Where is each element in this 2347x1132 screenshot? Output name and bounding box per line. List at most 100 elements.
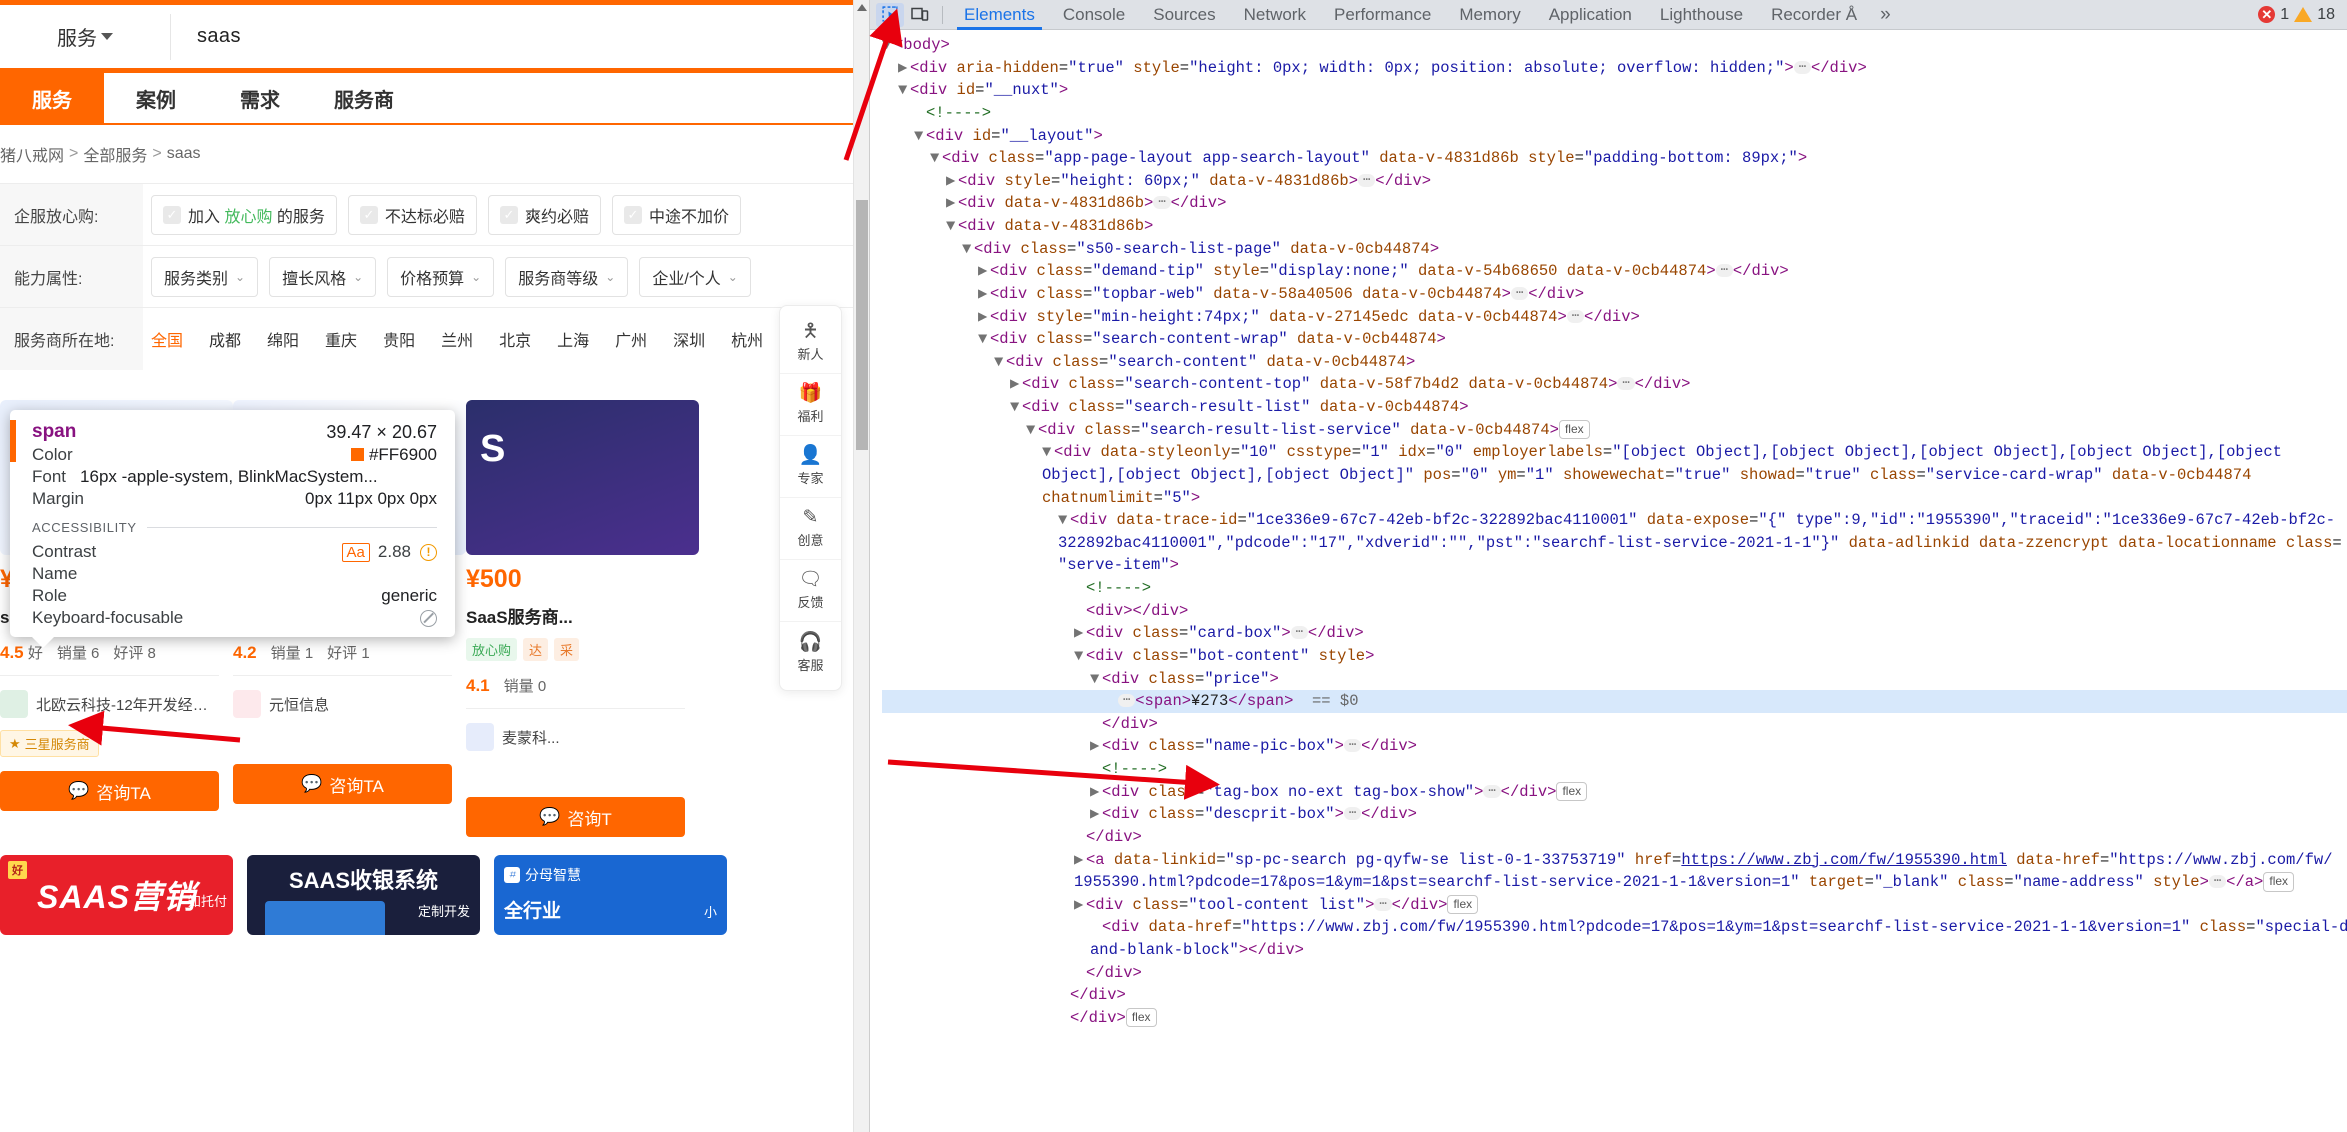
expand-arrow-closed-icon[interactable]: ▶ [898, 57, 910, 80]
dom-node[interactable]: ▼ <div data-trace-id="1ce336e9-67c7-42eb-… [882, 509, 2347, 532]
dom-node[interactable]: ▼ <div class="price"> [882, 668, 2347, 691]
flex-badge[interactable]: flex [1558, 419, 1590, 440]
dom-node[interactable]: ▼ <div id="__layout"> [882, 125, 2347, 148]
dom-node[interactable]: </div> [882, 713, 2347, 736]
expand-ellipsis-icon[interactable]: ⋯ [1715, 264, 1733, 278]
dom-node[interactable]: ▼ <div data-styleonly="10" csstype="1" id… [882, 441, 2347, 464]
city-item-hangzhou[interactable]: 杭州 [731, 327, 763, 351]
card-thumbnail[interactable]: S [466, 400, 699, 555]
card-shop[interactable]: 麦蒙科... [466, 723, 685, 751]
expand-arrow-closed-icon[interactable]: ▶ [1074, 622, 1086, 645]
expand-arrow-open-icon[interactable]: ▼ [978, 328, 990, 351]
promo-banner[interactable]: ⌗ 分母智慧 全行业 小 [494, 855, 727, 935]
dom-node[interactable]: ▶ <div class="tool-content list"> ⋯ </div> f… [882, 894, 2347, 917]
expand-arrow-closed-icon[interactable]: ▶ [978, 283, 990, 306]
city-item-chengdu[interactable]: 成都 [209, 327, 241, 351]
filter-checkbox-join-fangxingou[interactable]: ✓ 加入 放心购 的服务 [151, 194, 337, 235]
city-item-guangzhou[interactable]: 广州 [615, 327, 647, 351]
issue-counters[interactable]: ✕ 1 18 [2258, 6, 2341, 24]
city-item-mianyang[interactable]: 绵阳 [267, 327, 299, 351]
city-item-shanghai[interactable]: 上海 [557, 327, 589, 351]
dom-node[interactable]: ▼ <div class="s50-search-list-page" data-… [882, 238, 2347, 261]
expand-arrow-open-icon[interactable]: ▼ [1090, 668, 1102, 691]
dom-attribute-link[interactable]: https://www.zbj.com/fw/1955390.html [1681, 851, 2007, 869]
rail-item-creative[interactable]: ✎ 创意 [780, 498, 841, 560]
page-scrollbar[interactable] [853, 0, 869, 1132]
dom-node[interactable]: <div></div> [882, 600, 2347, 623]
dom-node[interactable]: </div> [882, 826, 2347, 849]
expand-ellipsis-icon[interactable]: ⋯ [1290, 626, 1308, 640]
dom-node[interactable]: ▶ <div class="demand-tip" style="display:… [882, 260, 2347, 283]
flex-badge[interactable]: flex [1556, 781, 1588, 802]
dom-node[interactable]: ▶ <div aria-hidden="true" style="height: … [882, 57, 2347, 80]
city-item-guiyang[interactable]: 贵阳 [383, 327, 415, 351]
tab-memory[interactable]: Memory [1446, 0, 1533, 30]
expand-ellipsis-icon[interactable]: ⋯ [1510, 286, 1529, 300]
dom-node[interactable]: ▶ <div class="card-box"> ⋯ </div> [882, 622, 2347, 645]
overflow-tabs-button[interactable]: » [1872, 4, 1899, 26]
dom-node[interactable]: ▼ <div class="search-content" data-v-0cb4… [882, 351, 2347, 374]
dom-node[interactable]: ▶ <div data-v-4831d86b> ⋯ </div> [882, 192, 2347, 215]
dom-node[interactable]: 322892bac4110001","pdcode":"17","xdverid… [882, 532, 2347, 555]
dom-node[interactable]: ▼ <div class="app-page-layout app-search-… [882, 147, 2347, 170]
expand-arrow-closed-icon[interactable]: ▶ [1090, 803, 1102, 826]
inspect-element-icon[interactable] [876, 2, 904, 27]
dom-node[interactable]: <!----> [882, 102, 2347, 125]
expand-arrow-open-icon[interactable]: ▼ [1026, 419, 1038, 442]
consult-button[interactable]: 💬 咨询TA [0, 771, 219, 811]
dom-node[interactable]: ▶ <div class="topbar-web" data-v-58a40506… [882, 283, 2347, 306]
tab-anli[interactable]: 案例 [104, 73, 208, 123]
dom-node[interactable]: ▼ <div class="search-result-list" data-v-… [882, 396, 2347, 419]
city-item-shenzhen[interactable]: 深圳 [673, 327, 705, 351]
tab-elements[interactable]: Elements [951, 0, 1048, 30]
expand-arrow-open-icon[interactable]: ▼ [1042, 441, 1054, 464]
expand-arrow-closed-icon[interactable]: ▶ [978, 306, 990, 329]
dom-node[interactable]: </div> [882, 962, 2347, 985]
rail-item-newcomer[interactable]: 🯅 新人 [780, 312, 841, 374]
expand-arrow-closed-icon[interactable]: ▶ [1090, 781, 1102, 804]
dom-node[interactable]: </div> flex [882, 1007, 2347, 1030]
tab-network[interactable]: Network [1231, 0, 1319, 30]
dom-node[interactable]: "serve-item"> [882, 554, 2347, 577]
breadcrumb-item-home[interactable]: 猪八戒网 [0, 142, 64, 166]
dom-node[interactable]: ▼ <div class="search-content-wrap" data-v… [882, 328, 2347, 351]
scrollbar-thumb[interactable] [856, 200, 868, 450]
consult-button[interactable]: 💬 咨询T [466, 797, 685, 837]
expand-arrow-open-icon[interactable]: ▼ [962, 238, 974, 261]
promo-banner[interactable]: 好 知托付 SAAS营销 [0, 855, 233, 935]
tab-lighthouse[interactable]: Lighthouse [1647, 0, 1756, 30]
expand-ellipsis-icon[interactable]: ⋯ [1374, 897, 1392, 911]
expand-arrow-open-icon[interactable]: ▼ [946, 215, 958, 238]
expand-arrow-open-icon[interactable]: ▼ [898, 79, 910, 102]
dom-node[interactable]: chatnumlimit="5"> [882, 487, 2347, 510]
expand-arrow-open-icon[interactable]: ▼ [1074, 645, 1086, 668]
expand-arrow-closed-icon[interactable]: ▶ [946, 192, 958, 215]
dom-node[interactable]: Object],[object Object],[object Object]"… [882, 464, 2347, 487]
tab-recorder[interactable]: Recorder Å [1758, 0, 1870, 30]
city-item-lanzhou[interactable]: 兰州 [441, 327, 473, 351]
expand-arrow-closed-icon[interactable]: ▶ [1090, 735, 1102, 758]
dom-node[interactable]: ▼ <div id="__nuxt"> [882, 79, 2347, 102]
promo-banner[interactable]: SAAS收银系统 定制开发 [247, 855, 480, 935]
tab-sources[interactable]: Sources [1140, 0, 1228, 30]
dom-node[interactable]: ▶ <div style="min-height:74px;" data-v-27… [882, 306, 2347, 329]
expand-ellipsis-icon[interactable]: ⋯ [1566, 309, 1585, 323]
flex-badge[interactable]: flex [1125, 1007, 1157, 1028]
expand-arrow-closed-icon[interactable]: ▶ [946, 170, 958, 193]
tab-performance[interactable]: Performance [1321, 0, 1444, 30]
city-item-quanguo[interactable]: 全国 [151, 327, 183, 351]
dom-node[interactable]: <!----> [882, 577, 2347, 600]
expand-arrow-closed-icon[interactable]: ▶ [1074, 894, 1086, 917]
flex-badge[interactable]: flex [1447, 894, 1479, 915]
flex-badge[interactable]: flex [2263, 872, 2295, 892]
search-input[interactable]: saas [171, 5, 869, 68]
expand-arrow-open-icon[interactable]: ▼ [994, 351, 1006, 374]
tab-console[interactable]: Console [1050, 0, 1138, 30]
filter-select-fuwuleibie[interactable]: 服务类别 ⌄ [151, 256, 259, 297]
expand-arrow-open-icon[interactable]: ▼ [930, 147, 942, 170]
dom-node[interactable]: ▶ <div style="height: 60px;" data-v-4831d… [882, 170, 2347, 193]
expand-arrow-closed-icon[interactable]: ▶ [1074, 849, 1086, 872]
dom-node[interactable]: ▼ <body> [882, 34, 2347, 57]
breadcrumb-item-all[interactable]: 全部服务 [83, 142, 147, 166]
tab-application[interactable]: Application [1536, 0, 1645, 30]
